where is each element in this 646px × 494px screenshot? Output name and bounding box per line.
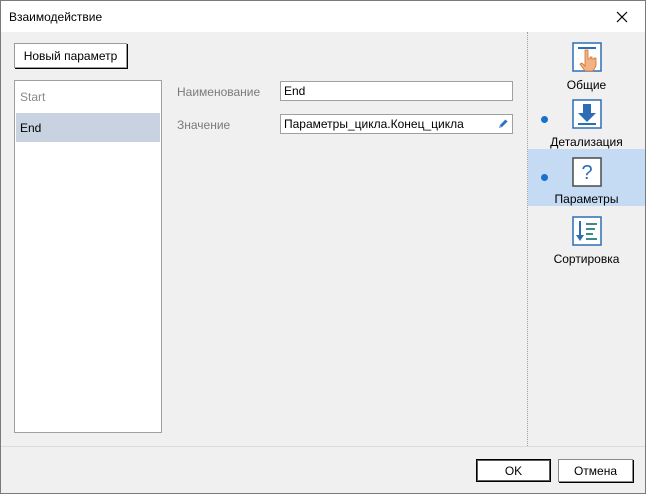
nav-item-sorting[interactable]: Сортировка <box>528 216 645 273</box>
parameter-list[interactable]: Start End <box>14 80 162 433</box>
main-panel: Новый параметр Start End Наименование En… <box>1 32 528 446</box>
title-bar: Взаимодействие <box>1 1 645 32</box>
nav-label-parameters: Параметры <box>554 192 619 206</box>
value-field[interactable]: Параметры_цикла.Конец_цикла <box>280 114 513 134</box>
list-item-label: Start <box>20 89 46 104</box>
nav-label-detail: Детализация <box>550 135 623 149</box>
arrow-down-icon <box>572 99 602 129</box>
hand-pointer-icon <box>572 42 602 72</box>
pencil-icon[interactable] <box>497 118 509 130</box>
question-icon: ? <box>572 157 602 187</box>
nav-indicator-dot <box>541 174 548 181</box>
close-icon <box>616 11 628 22</box>
value-label: Значение <box>177 118 231 132</box>
name-field-value: End <box>284 84 306 98</box>
value-field-value: Параметры_цикла.Конец_цикла <box>284 117 464 131</box>
dialog-window: Взаимодействие Новый параметр Start End … <box>0 0 646 494</box>
name-label: Наименование <box>177 85 261 99</box>
side-navigation: Общие Детализация ? Параметры Сортировка <box>528 32 645 446</box>
nav-indicator-dot <box>541 116 548 123</box>
svg-text:?: ? <box>581 162 592 184</box>
nav-label-sorting: Сортировка <box>553 252 620 266</box>
nav-item-detail[interactable]: Детализация <box>528 99 645 156</box>
list-item-end[interactable]: End <box>16 113 160 142</box>
cancel-button[interactable]: Отмена <box>558 459 633 482</box>
ok-button[interactable]: OK <box>476 459 551 482</box>
name-field[interactable]: End <box>280 81 513 101</box>
sort-icon <box>572 216 602 246</box>
footer-divider <box>1 446 645 447</box>
list-item-label: End <box>20 120 42 135</box>
list-item-start[interactable]: Start <box>16 82 160 111</box>
close-button[interactable] <box>599 1 645 32</box>
nav-label-general: Общие <box>566 78 607 92</box>
dialog-content: Новый параметр Start End Наименование En… <box>1 32 645 493</box>
nav-item-parameters[interactable]: ? Параметры <box>528 149 645 206</box>
window-title: Взаимодействие <box>9 10 103 24</box>
nav-item-general[interactable]: Общие <box>528 42 645 99</box>
new-parameter-button[interactable]: Новый параметр <box>14 43 127 68</box>
